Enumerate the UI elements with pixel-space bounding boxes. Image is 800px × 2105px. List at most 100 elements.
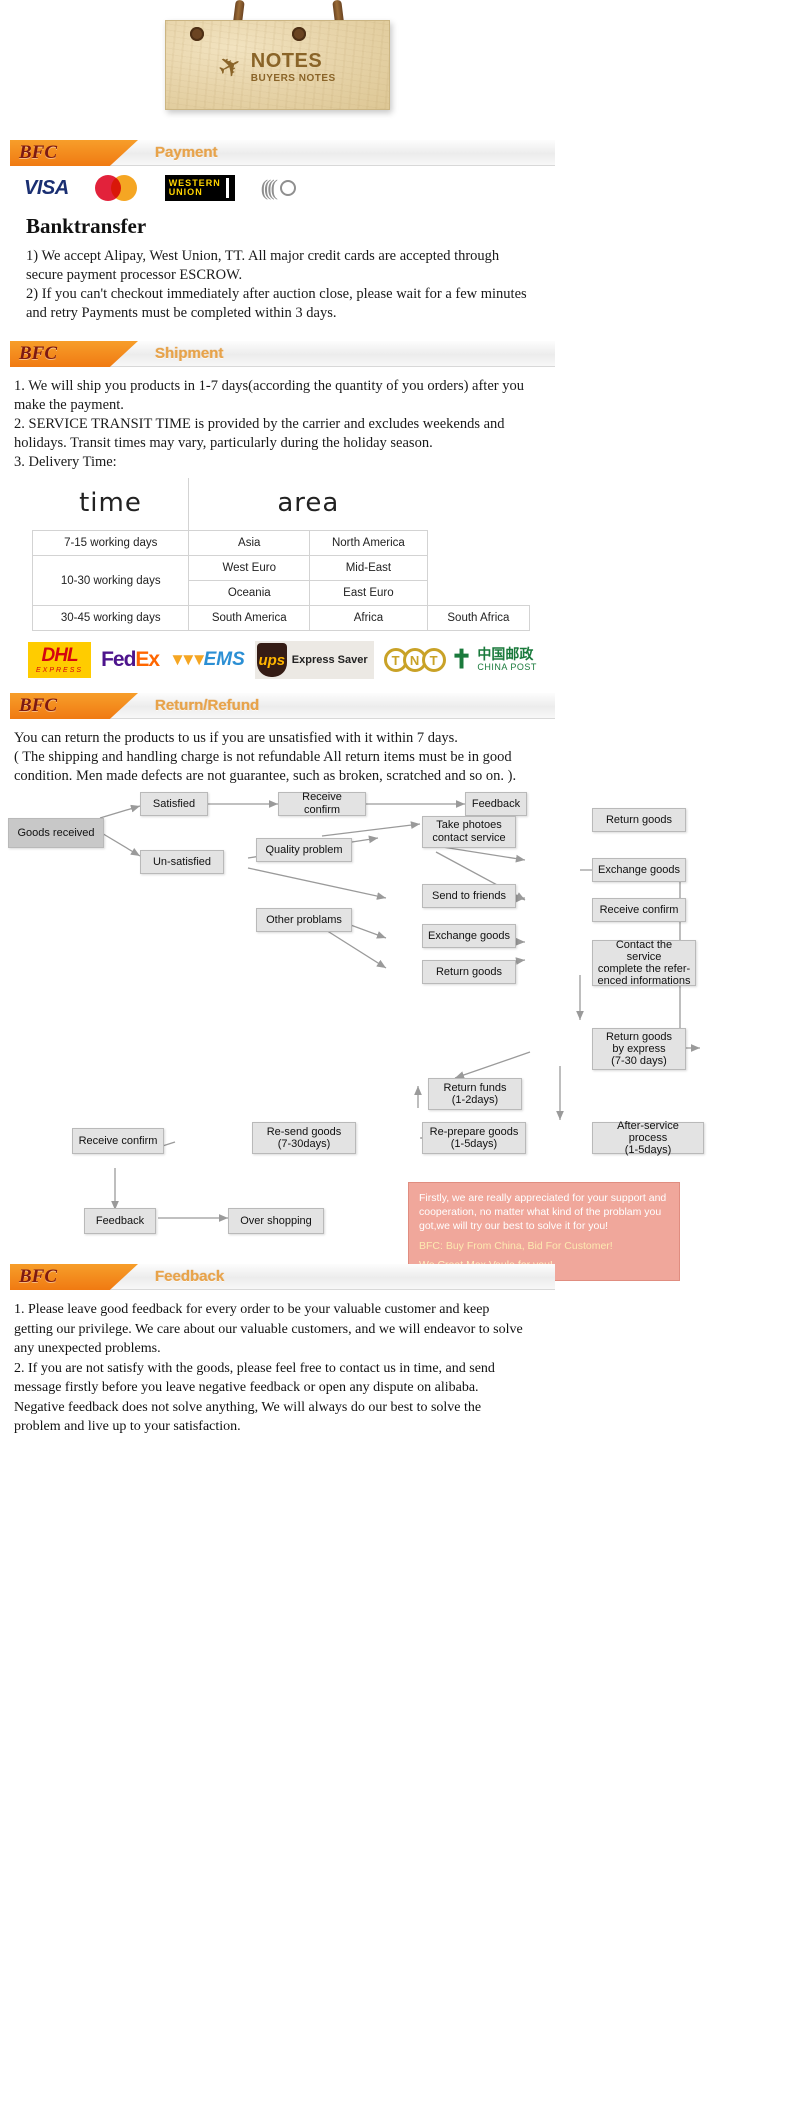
mastercard-logo	[94, 175, 139, 201]
ups-shield-icon: ups	[256, 643, 287, 677]
airplane-icon: ✈	[213, 47, 249, 87]
notes-banner: ✈ NOTES BUYERS NOTES	[0, 0, 800, 140]
shipment-term-2b: holidays. Transit times may vary, partic…	[14, 435, 433, 451]
cell-area-4b: Africa	[309, 605, 428, 631]
return-term-1: You can return the products to us if you…	[14, 730, 458, 746]
feedback-line-3: any unexpected problems.	[14, 1341, 161, 1356]
notes-tag-card: ✈ NOTES BUYERS NOTES	[165, 20, 390, 110]
flow-node-exchange-goods-2: Exchange goods	[592, 858, 686, 882]
contactless-icon: ((((	[261, 175, 296, 201]
china-post-en: CHINA POST	[477, 662, 537, 672]
banner-subtitle: BUYERS NOTES	[250, 73, 336, 84]
ups-text: Express Saver	[291, 654, 368, 666]
flow-node-receive-confirm-2: Receive confirm	[592, 898, 686, 922]
grommet-left-icon	[190, 27, 204, 41]
flow-node-feedback-1: Feedback	[465, 792, 527, 816]
bfc-badge-text: BFC	[19, 695, 58, 716]
return-terms: You can return the products to us if you…	[14, 729, 782, 786]
ups-logo: ups Express Saver	[254, 641, 374, 679]
western-union-logo: WESTERN UNION	[164, 175, 235, 201]
section-header-feedback: BFC Feedback	[10, 1264, 555, 1290]
flow-node-contact-the-service: Contact the service complete the refer- …	[592, 939, 696, 987]
tnt-logo: T N T	[383, 648, 446, 672]
fedex-part1: Fed	[101, 648, 136, 671]
cell-time-4: 30-45 working days	[31, 605, 190, 631]
payment-section: VISA WESTERN UNION (((( Banktransfer 1) …	[0, 166, 800, 323]
section-header-shipment: BFC Shipment	[10, 341, 555, 367]
ems-logo: ▼▼▼ EMS	[169, 649, 245, 671]
dhl-sub: EXPRESS	[36, 667, 84, 674]
delivery-time-table: time area 7-15 working days Asia North A…	[31, 478, 531, 631]
ems-chevron-icon: ▼▼▼	[169, 650, 208, 669]
grommet-right-icon	[292, 27, 306, 41]
table-row: 10-30 working days West Euro Mid-East	[31, 555, 530, 606]
dhl-text: DHL	[41, 645, 79, 666]
wu-line2: UNION	[168, 187, 203, 197]
section-label-payment: Payment	[155, 144, 218, 161]
flow-node-re-send-goods: Re-send goods (7-30days)	[252, 1122, 356, 1154]
table-row: 30-45 working days South America Africa …	[31, 605, 531, 631]
flow-node-receive-confirm-3: Receive confirm	[72, 1128, 164, 1154]
cell-area-3a: Oceania	[188, 580, 311, 606]
feedback-line-5: message firstly before you leave negativ…	[14, 1380, 479, 1395]
return-term-2: ( The shipping and handling charge is no…	[14, 749, 512, 765]
section-label-return: Return/Refund	[155, 697, 260, 714]
cell-area-3b: East Euro	[309, 580, 428, 606]
fedex-logo: FedEx	[101, 648, 160, 672]
flow-node-after-service-process: After-service process (1-5days)	[592, 1120, 704, 1156]
flow-node-return-goods-express: Return goods by express (7-30 days)	[592, 1028, 686, 1070]
shipment-term-3: 3. Delivery Time:	[14, 454, 117, 470]
cell-area-3c	[426, 580, 530, 606]
wu-bar-icon	[223, 178, 231, 198]
return-process-flowchart: Goods received Satisfied Receive confirm…	[0, 790, 800, 1281]
visa-logo: VISA	[24, 176, 69, 199]
flow-node-re-prepare-goods: Re-prepare goods (1-5days)	[422, 1122, 526, 1154]
bfc-badge: BFC	[10, 140, 138, 166]
flow-node-goods-received: Goods received	[8, 818, 104, 848]
china-post-mark-icon: ✝	[450, 645, 473, 674]
flow-node-feedback-2: Feedback	[84, 1208, 156, 1234]
section-header-payment: BFC Payment	[10, 140, 555, 166]
section-label-shipment: Shipment	[155, 345, 224, 362]
payment-logos: VISA WESTERN UNION ((((	[14, 166, 782, 210]
return-section: You can return the products to us if you…	[0, 729, 800, 786]
bfc-badge-text: BFC	[19, 343, 58, 364]
delivery-header-time: time	[32, 478, 189, 531]
flow-node-satisfied: Satisfied	[140, 792, 208, 816]
flow-node-return-funds: Return funds (1-2days)	[428, 1078, 522, 1110]
flow-node-receive-confirm-1: Receive confirm	[278, 791, 366, 816]
fedex-part2: Ex	[135, 648, 160, 671]
flow-node-return-goods-2: Return goods	[592, 808, 686, 832]
payment-term-2b: and retry Payments must be completed wit…	[26, 305, 337, 321]
tnt-t2: T	[421, 648, 446, 672]
flow-node-over-shopping: Over shopping	[228, 1208, 324, 1234]
china-post-logo: ✝ 中国邮政 CHINA POST	[451, 647, 537, 673]
section-header-return: BFC Return/Refund	[10, 693, 555, 719]
flow-node-return-goods-1: Return goods	[422, 960, 516, 984]
cell-area-2c	[426, 555, 530, 581]
feedback-line-4: 2. If you are not satisfy with the goods…	[14, 1360, 495, 1376]
cell-area-2b: Mid-East	[309, 555, 428, 581]
table-row: 7-15 working days Asia North America	[31, 530, 530, 556]
carrier-logos: DHL EXPRESS FedEx ▼▼▼ EMS ups Express Sa…	[14, 631, 782, 685]
bfc-badge-text: BFC	[19, 142, 58, 163]
return-term-3: condition. Men made defects are not guar…	[14, 768, 517, 784]
shipment-term-2: 2. SERVICE TRANSIT TIME is provided by t…	[14, 416, 505, 432]
delivery-header-blank	[427, 478, 529, 531]
cell-area-4c: South Africa	[426, 605, 531, 631]
cell-area-1c	[426, 530, 530, 556]
cell-area-1b: North America	[309, 530, 428, 556]
payment-term-2: 2) If you can't checkout immediately aft…	[26, 286, 527, 302]
bfc-badge: BFC	[10, 693, 138, 719]
callout-line1: Firstly, we are really appreciated for y…	[419, 1192, 667, 1232]
ems-text: EMS	[203, 649, 245, 670]
bfc-badge: BFC	[10, 1264, 138, 1290]
delivery-header-area: area	[188, 478, 428, 531]
feedback-line-1: 1. Please leave good feedback for every …	[14, 1302, 490, 1317]
cell-area-1a: Asia	[188, 530, 311, 556]
flow-node-quality-problem: Quality problem	[256, 838, 352, 862]
shipment-terms: 1. We will ship you products in 1-7 days…	[14, 377, 782, 472]
delivery-table-header: time area	[32, 478, 530, 531]
shipment-term-1b: make the payment.	[14, 397, 124, 413]
payment-term-1: 1) We accept Alipay, West Union, TT. All…	[26, 248, 500, 264]
